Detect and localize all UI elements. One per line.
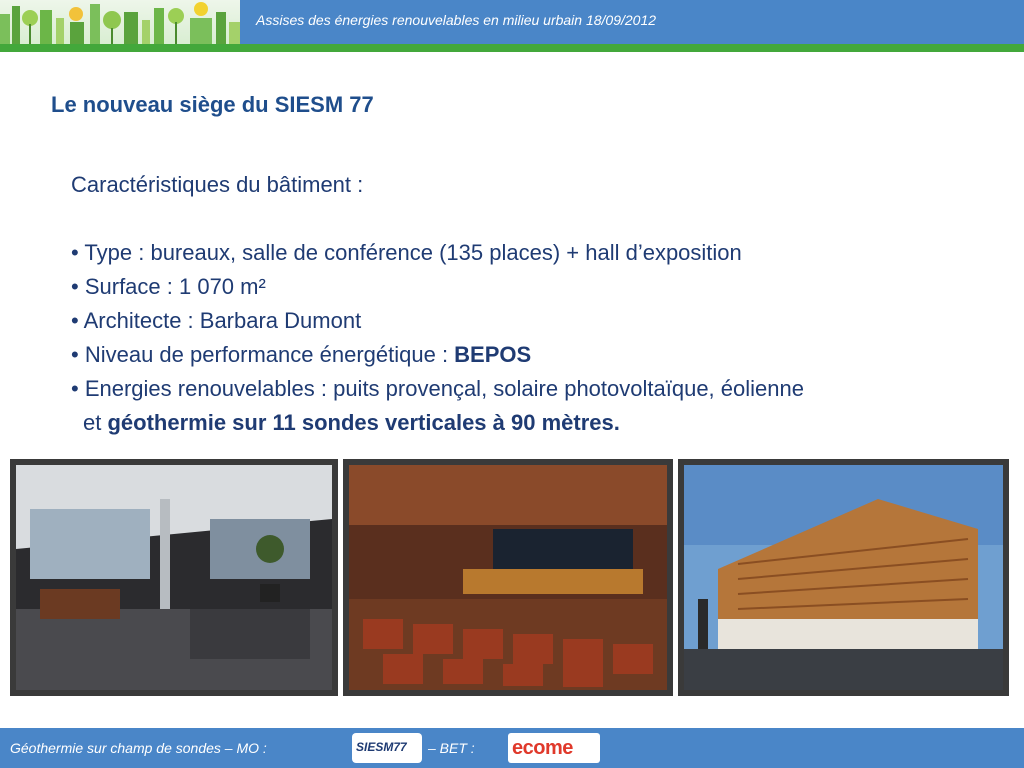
header-decorative-illustration xyxy=(0,0,240,44)
header: Assises des énergies renouvelables en mi… xyxy=(0,0,1024,44)
header-divider xyxy=(0,44,1024,52)
bullet-energies-cont-prefix: et xyxy=(83,410,108,435)
city-skyline-icon xyxy=(0,2,240,44)
footer: Géothermie sur champ de sondes – MO : SI… xyxy=(0,728,1024,768)
section-subtitle: Caractéristiques du bâtiment : xyxy=(71,172,364,197)
header-title: Assises des énergies renouvelables en mi… xyxy=(256,12,657,28)
bullet-architect-text: Architecte : Barbara Dumont xyxy=(83,308,362,333)
slide-content: Caractéristiques du bâtiment : • Type : … xyxy=(71,168,1001,440)
bullet-type-text: Type : bureaux, salle de conférence (135… xyxy=(84,240,742,265)
footer-right-text: – BET : xyxy=(428,740,475,756)
bullet-surface-text: Surface : 1 070 m² xyxy=(84,274,266,299)
footer-left-text: Géothermie sur champ de sondes – MO : xyxy=(10,740,267,756)
slide-title: Le nouveau siège du SIESM 77 xyxy=(51,92,374,117)
bullet-performance-text: Niveau de performance énergétique : xyxy=(84,342,455,367)
bullet-performance-value: BEPOS xyxy=(454,342,532,367)
bullet-energies: • Energies renouvelables : puits provenç… xyxy=(71,376,804,401)
bullet-energies-continuation: et géothermie sur 11 sondes verticales à… xyxy=(71,406,1001,440)
building-exterior-photo xyxy=(678,459,1009,696)
bullet-architect: • Architecte : Barbara Dumont xyxy=(71,308,362,333)
siesm77-logo: SIESM77 xyxy=(352,733,422,763)
bullet-energies-text: Energies renouvelables : puits provençal… xyxy=(84,376,804,401)
siesm77-logo-text: SIESM77 xyxy=(356,740,407,754)
bullet-performance: • Niveau de performance énergétique : BE… xyxy=(71,342,532,367)
ecome-logo: ecome xyxy=(508,733,600,763)
office-interior-photo xyxy=(10,459,338,696)
conference-room-photo xyxy=(343,459,673,696)
bullet-surface: • Surface : 1 070 m² xyxy=(71,274,266,299)
ecome-logo-text: ecome xyxy=(512,737,573,759)
bullet-energies-cont-bold: géothermie sur 11 sondes verticales à 90… xyxy=(107,410,620,435)
bullet-type: • Type : bureaux, salle de conférence (1… xyxy=(71,240,742,265)
header-bar: Assises des énergies renouvelables en mi… xyxy=(240,0,1024,44)
